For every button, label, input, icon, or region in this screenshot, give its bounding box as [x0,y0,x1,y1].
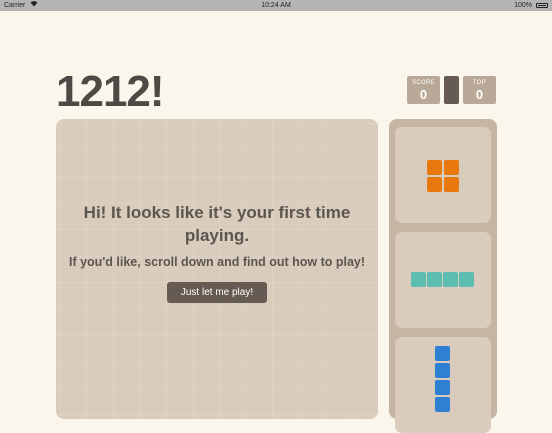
score-value: 0 [419,87,428,102]
piece-slot-2[interactable] [395,232,491,328]
score-divider [444,76,459,104]
piece-block [435,346,450,361]
score-label: SCORE [412,80,435,86]
piece-block [435,380,450,395]
welcome-subtitle: If you'd like, scroll down and find out … [68,255,366,269]
top-score-label: TOP [472,80,487,86]
piece-block [459,272,474,287]
piece-block [427,177,442,192]
piece-block [435,397,450,412]
piece-tray [389,119,497,433]
score-box: SCORE 0 [407,76,440,104]
piece-block [443,272,458,287]
welcome-title: Hi! It looks like it's your first time p… [83,203,351,245]
battery-icon [536,3,548,8]
piece-block [444,177,459,192]
just-play-button[interactable]: Just let me play! [167,282,267,303]
piece-block [435,363,450,378]
piece-block [444,160,459,175]
piece-block [411,272,426,287]
piece-slot-3[interactable] [395,337,491,433]
piece-block [427,272,442,287]
battery-percent: 100% [514,2,532,9]
top-score-box: TOP 0 [463,76,496,104]
piece-block [427,160,442,175]
status-bar: Carrier 10:24 AM 100% [0,0,552,11]
clock: 10:24 AM [261,2,291,9]
game-title: 1212! [56,67,165,116]
piece-slot-1[interactable] [395,127,491,223]
game-board[interactable]: Hi! It looks like it's your first time p… [56,119,378,419]
top-score-value: 0 [475,87,484,102]
